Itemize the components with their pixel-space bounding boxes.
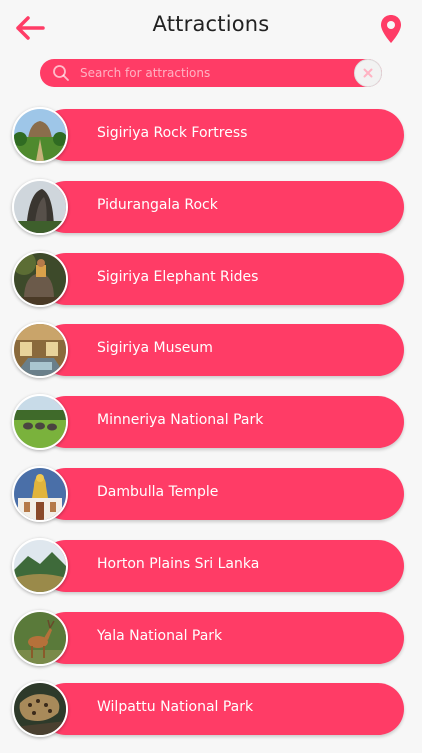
list-item[interactable]: Wilpattu National Park: [0, 681, 422, 738]
museum-interior-photo: [12, 322, 68, 379]
list-item[interactable]: Sigiriya Museum: [0, 322, 422, 379]
list-item[interactable]: Dambulla Temple: [0, 465, 422, 522]
list-item-label: Pidurangala Rock: [97, 196, 218, 213]
elephants-grassland-photo: [12, 394, 68, 451]
list-item[interactable]: Horton Plains Sri Lanka: [0, 537, 422, 594]
elephant-ride-photo: [12, 250, 68, 307]
list-item-label: Wilpattu National Park: [97, 699, 254, 716]
list-item-label: Horton Plains Sri Lanka: [97, 555, 260, 572]
golden-buddha-temple-photo: [12, 465, 68, 522]
map-pin-icon: [381, 15, 401, 43]
page-title: Attractions: [152, 12, 270, 36]
list-item[interactable]: Yala National Park: [0, 609, 422, 666]
search-bar: [40, 59, 382, 87]
list-item-label: Minneriya National Park: [97, 412, 264, 429]
list-item[interactable]: Sigiriya Elephant Rides: [0, 250, 422, 307]
list-item-background: [40, 324, 404, 377]
list-item[interactable]: Pidurangala Rock: [0, 178, 422, 235]
list-item-label: Sigiriya Rock Fortress: [97, 125, 248, 141]
leopard-photo: [12, 681, 68, 738]
list-item-label: Sigiriya Elephant Rides: [97, 268, 259, 285]
app-header: Attractions: [0, 0, 422, 56]
sigiriya-rock-fortress-photo: [12, 107, 68, 163]
close-icon: [363, 68, 373, 78]
list-item[interactable]: Sigiriya Rock Fortress: [0, 107, 422, 163]
list-item-background: [40, 467, 404, 520]
list-item-background: [40, 180, 404, 233]
search-input[interactable]: [80, 59, 350, 87]
list-item-label: Sigiriya Museum: [97, 340, 213, 357]
attractions-list: Sigiriya Rock Fortress Pidurangala Rock: [0, 107, 422, 753]
mountain-plains-photo: [12, 537, 68, 594]
clear-search-button[interactable]: [354, 59, 382, 87]
list-item-label: Dambulla Temple: [97, 483, 219, 500]
list-item-label: Yala National Park: [97, 627, 223, 644]
location-button[interactable]: [380, 14, 402, 44]
deer-photo: [12, 609, 68, 666]
list-item[interactable]: Minneriya National Park: [0, 394, 422, 451]
pidurangala-rock-photo: [12, 178, 68, 235]
search-icon: [53, 65, 69, 81]
